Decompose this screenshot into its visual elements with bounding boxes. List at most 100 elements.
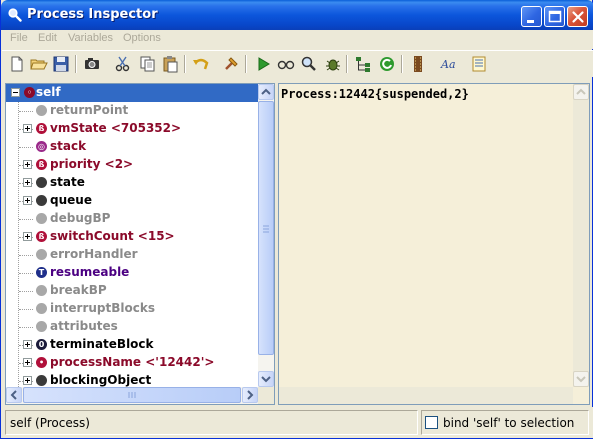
gray-variable-icon <box>36 321 47 332</box>
tree-row[interactable]: errorHandler <box>6 246 258 264</box>
expand-toggle[interactable] <box>23 358 32 367</box>
scroll-up-button[interactable] <box>258 84 274 100</box>
tree-branch-line <box>19 219 33 220</box>
menu-file[interactable]: File <box>10 32 28 44</box>
tree-row[interactable]: queue <box>6 192 258 210</box>
tree-item-label: returnPoint <box>50 103 129 117</box>
open-folder-icon[interactable] <box>29 54 49 74</box>
tree-row[interactable]: blockingObject <box>6 372 258 387</box>
menu-edit[interactable]: Edit <box>38 32 57 44</box>
gray-variable-icon <box>36 105 47 116</box>
chevron-up-icon <box>576 88 586 95</box>
bind-self-checkbox[interactable] <box>425 416 438 429</box>
expand-toggle[interactable] <box>23 376 32 385</box>
tree-item-label: breakBP <box>50 283 107 297</box>
menu-options[interactable]: Options <box>123 32 161 44</box>
chevron-down-icon <box>576 376 586 383</box>
bug-icon[interactable] <box>323 54 343 74</box>
tree-row[interactable]: ß switchCount <15> <box>6 228 258 246</box>
process-inspector-window: Process Inspector File Edit Variables Op… <box>0 0 593 439</box>
run-icon[interactable] <box>253 54 273 74</box>
minimize-button[interactable] <box>521 6 542 27</box>
status-bar: self (Process) bind 'self' to selection <box>2 407 593 438</box>
expand-toggle[interactable] <box>23 340 32 349</box>
close-button[interactable] <box>567 6 588 27</box>
scissors-icon[interactable] <box>113 54 133 74</box>
tree-item-label: terminateBlock <box>50 337 154 351</box>
tree-row[interactable]: interruptBlocks <box>6 300 258 318</box>
scroll-left-button[interactable] <box>6 387 22 403</box>
scroll-thumb[interactable] <box>258 101 274 355</box>
copy-icon[interactable] <box>137 54 157 74</box>
tree-row[interactable]: debugBP <box>6 210 258 228</box>
font-icon[interactable]: Aa <box>439 54 459 74</box>
tree-row[interactable]: breakBP <box>6 282 258 300</box>
tree-row[interactable]: ß priority <2> <box>6 156 258 174</box>
tree-content: ◦ self returnPoint ß vmState <705352> ◎ stac… <box>6 84 258 387</box>
value-pane[interactable]: Process:12442{suspended,2} <box>278 83 590 405</box>
glasses-icon[interactable] <box>276 54 296 74</box>
magnifier-icon[interactable] <box>299 54 319 74</box>
bind-self-option[interactable]: bind 'self' to selection <box>421 410 589 435</box>
tree-row[interactable]: • processName <'12442'> <box>6 354 258 372</box>
string-variable-icon: • <box>36 357 47 368</box>
new-document-icon[interactable] <box>7 54 27 74</box>
refresh-icon[interactable] <box>377 54 397 74</box>
tree-branch-line <box>19 255 33 256</box>
tree-row[interactable]: Tresumeable <box>6 264 258 282</box>
stack-variable-icon: ◎ <box>36 141 47 152</box>
menu-bar: File Edit Variables Options <box>2 30 593 49</box>
tree-row[interactable]: attributes <box>6 318 258 336</box>
camera-icon[interactable] <box>82 54 102 74</box>
chevron-down-icon <box>261 376 271 383</box>
tree-row[interactable]: returnPoint <box>6 102 258 120</box>
tree-vertical-scrollbar[interactable] <box>258 84 274 387</box>
scroll-right-button[interactable] <box>242 387 258 403</box>
status-panel: self (Process) <box>5 410 418 435</box>
tree-row[interactable]: ◎ stack <box>6 138 258 156</box>
collapse-toggle[interactable] <box>11 88 20 97</box>
dark-variable-icon <box>36 177 47 188</box>
tree-row[interactable]: state <box>6 174 258 192</box>
hierarchy-icon[interactable] <box>353 54 373 74</box>
minimize-icon <box>527 20 534 23</box>
close-icon <box>572 11 584 23</box>
hammer-icon[interactable] <box>221 54 241 74</box>
value-vertical-scrollbar <box>573 84 589 387</box>
tree-row[interactable]: ß vmState <705352> <box>6 120 258 138</box>
dark-variable-icon <box>36 375 47 386</box>
tree-branch-line <box>19 111 33 112</box>
tree-row[interactable]: 0 terminateBlock <box>6 336 258 354</box>
maximize-button[interactable] <box>544 6 565 27</box>
expand-toggle[interactable] <box>23 196 32 205</box>
variables-tree[interactable]: ◦ self returnPoint ß vmState <705352> ◎ stac… <box>5 83 275 405</box>
scrollbar-corner <box>258 387 274 404</box>
tree-item-label: stack <box>50 139 87 153</box>
tree-item-label: processName <'12442'> <box>50 355 215 369</box>
tree-branch-line <box>19 327 33 328</box>
gray-variable-icon <box>36 249 47 260</box>
expand-toggle[interactable] <box>23 124 32 133</box>
gray-variable-icon <box>36 285 47 296</box>
svg-text:Aa: Aa <box>440 58 456 71</box>
horizontal-scroll-thumb[interactable] <box>23 387 241 403</box>
save-icon[interactable] <box>51 54 71 74</box>
value-scroll-down-button <box>573 371 589 387</box>
menu-variables[interactable]: Variables <box>68 32 113 44</box>
tree-root-label: self <box>36 85 61 99</box>
expand-toggle[interactable] <box>23 178 32 187</box>
value-text[interactable]: Process:12442{suspended,2} <box>281 87 469 101</box>
film-icon[interactable] <box>408 54 428 74</box>
scroll-down-button[interactable] <box>258 371 274 387</box>
expand-toggle[interactable] <box>23 160 32 169</box>
tree-row-self[interactable]: ◦ self <box>6 84 258 102</box>
tree-item-label: errorHandler <box>50 247 138 261</box>
undo-icon[interactable] <box>191 54 211 74</box>
tree-item-label: state <box>50 175 85 189</box>
title-bar[interactable]: Process Inspector <box>1 0 593 30</box>
tree-horizontal-scrollbar[interactable] <box>6 387 258 404</box>
paste-icon[interactable] <box>160 54 180 74</box>
notes-icon[interactable] <box>469 54 489 74</box>
bind-self-label[interactable]: bind 'self' to selection <box>443 416 574 430</box>
expand-toggle[interactable] <box>23 232 32 241</box>
